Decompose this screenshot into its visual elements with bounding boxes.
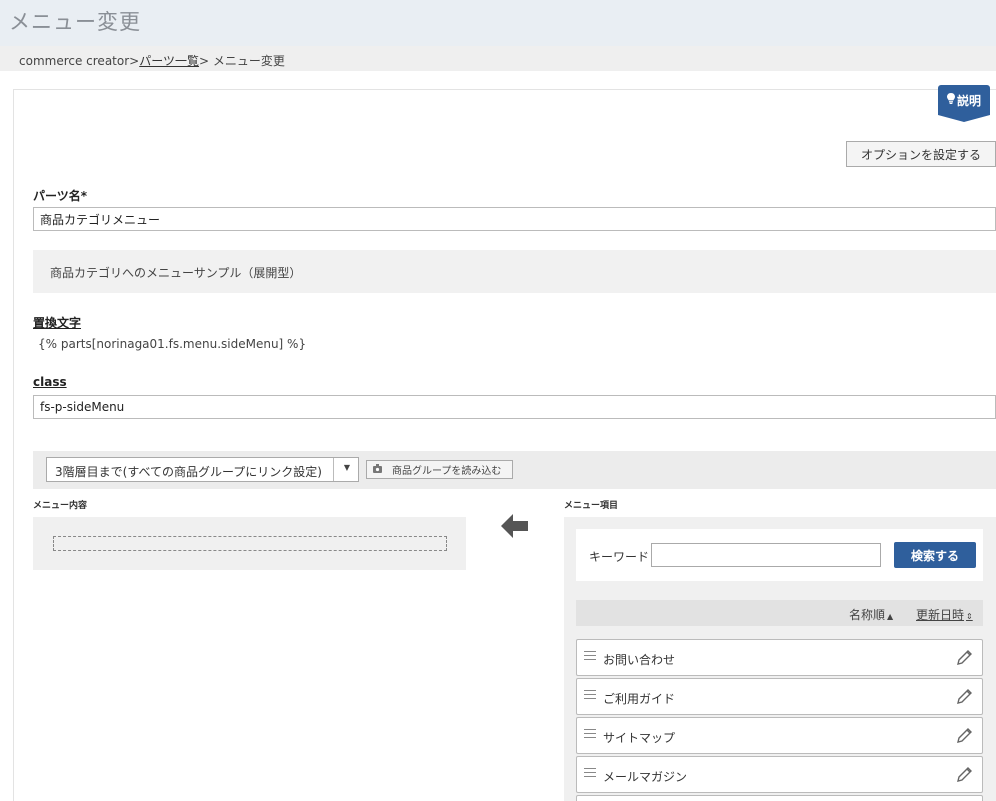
list-item-label: サイトマップ (603, 731, 676, 745)
download-icon (373, 463, 382, 476)
pencil-icon[interactable] (956, 648, 974, 666)
part-name-input[interactable] (33, 207, 996, 231)
drag-handle-icon[interactable] (584, 651, 596, 663)
select-divider (333, 458, 334, 481)
class-label[interactable]: class (33, 375, 67, 389)
breadcrumb-root: commerce creator> (19, 54, 140, 68)
sort-up-icon: ▲ (887, 612, 894, 621)
description-box: 商品カテゴリへのメニューサンプル（展開型） (33, 250, 996, 293)
list-item[interactable]: ご利用ガイド (576, 678, 983, 715)
list-item-label: ご利用ガイド (603, 692, 676, 706)
depth-select[interactable]: 3階層目まで(すべての商品グループにリンク設定) ▼ (46, 457, 359, 482)
pencil-icon[interactable] (956, 726, 974, 744)
sort-by-name[interactable]: 名称順 ▲ (849, 606, 893, 623)
load-button-label: 商品グループを読み込む (392, 466, 502, 477)
chevron-down-icon: ▼ (343, 463, 350, 472)
sort-by-updated[interactable]: 更新日時 ⇕ (916, 606, 973, 623)
menu-content-heading: メニュー内容 (33, 501, 88, 511)
list-item-label: お問い合わせ (603, 653, 676, 667)
sort-by-updated-label: 更新日時 (916, 608, 965, 622)
search-button[interactable]: 検索する (894, 542, 976, 568)
class-input[interactable] (33, 395, 996, 419)
list-item[interactable] (576, 795, 983, 801)
keyword-label: キーワード (589, 550, 650, 564)
menu-drop-zone[interactable] (53, 536, 447, 551)
part-name-label: パーツ名* (33, 189, 88, 203)
sort-both-icon: ⇕ (966, 612, 973, 621)
breadcrumb-parts-list-link[interactable]: パーツ一覧 (139, 54, 199, 68)
page-title: メニュー変更 (9, 10, 141, 34)
depth-select-value: 3階層目まで(すべての商品グループにリンク設定) (55, 465, 322, 479)
replace-text-label[interactable]: 置換文字 (33, 314, 81, 331)
menu-items-heading: メニュー項目 (564, 501, 619, 511)
lightbulb-icon (946, 93, 955, 107)
pencil-icon[interactable] (956, 687, 974, 705)
list-item[interactable]: メールマガジン (576, 756, 983, 793)
load-product-groups-button[interactable]: 商品グループを読み込む (366, 460, 513, 479)
drag-handle-icon[interactable] (584, 729, 596, 741)
set-options-button[interactable]: オプションを設定する (846, 141, 996, 167)
replace-text-value: {% parts[norinaga01.fs.menu.sideMenu] %} (38, 337, 307, 351)
list-item[interactable]: お問い合わせ (576, 639, 983, 676)
drag-handle-icon[interactable] (584, 768, 596, 780)
list-item[interactable]: サイトマップ (576, 717, 983, 754)
breadcrumb: commerce creator>パーツ一覧> メニュー変更 (0, 46, 996, 71)
drag-handle-icon[interactable] (584, 690, 596, 702)
list-item-label: メールマガジン (603, 770, 688, 784)
sort-by-name-label: 名称順 (849, 608, 886, 622)
breadcrumb-current: > メニュー変更 (198, 54, 285, 68)
title-bar: メニュー変更 (0, 0, 996, 46)
help-button[interactable]: 説明 (938, 85, 990, 122)
help-label: 説明 (956, 93, 981, 108)
pencil-icon[interactable] (956, 765, 974, 783)
keyword-input[interactable] (651, 543, 881, 567)
arrow-left-icon (501, 514, 528, 538)
